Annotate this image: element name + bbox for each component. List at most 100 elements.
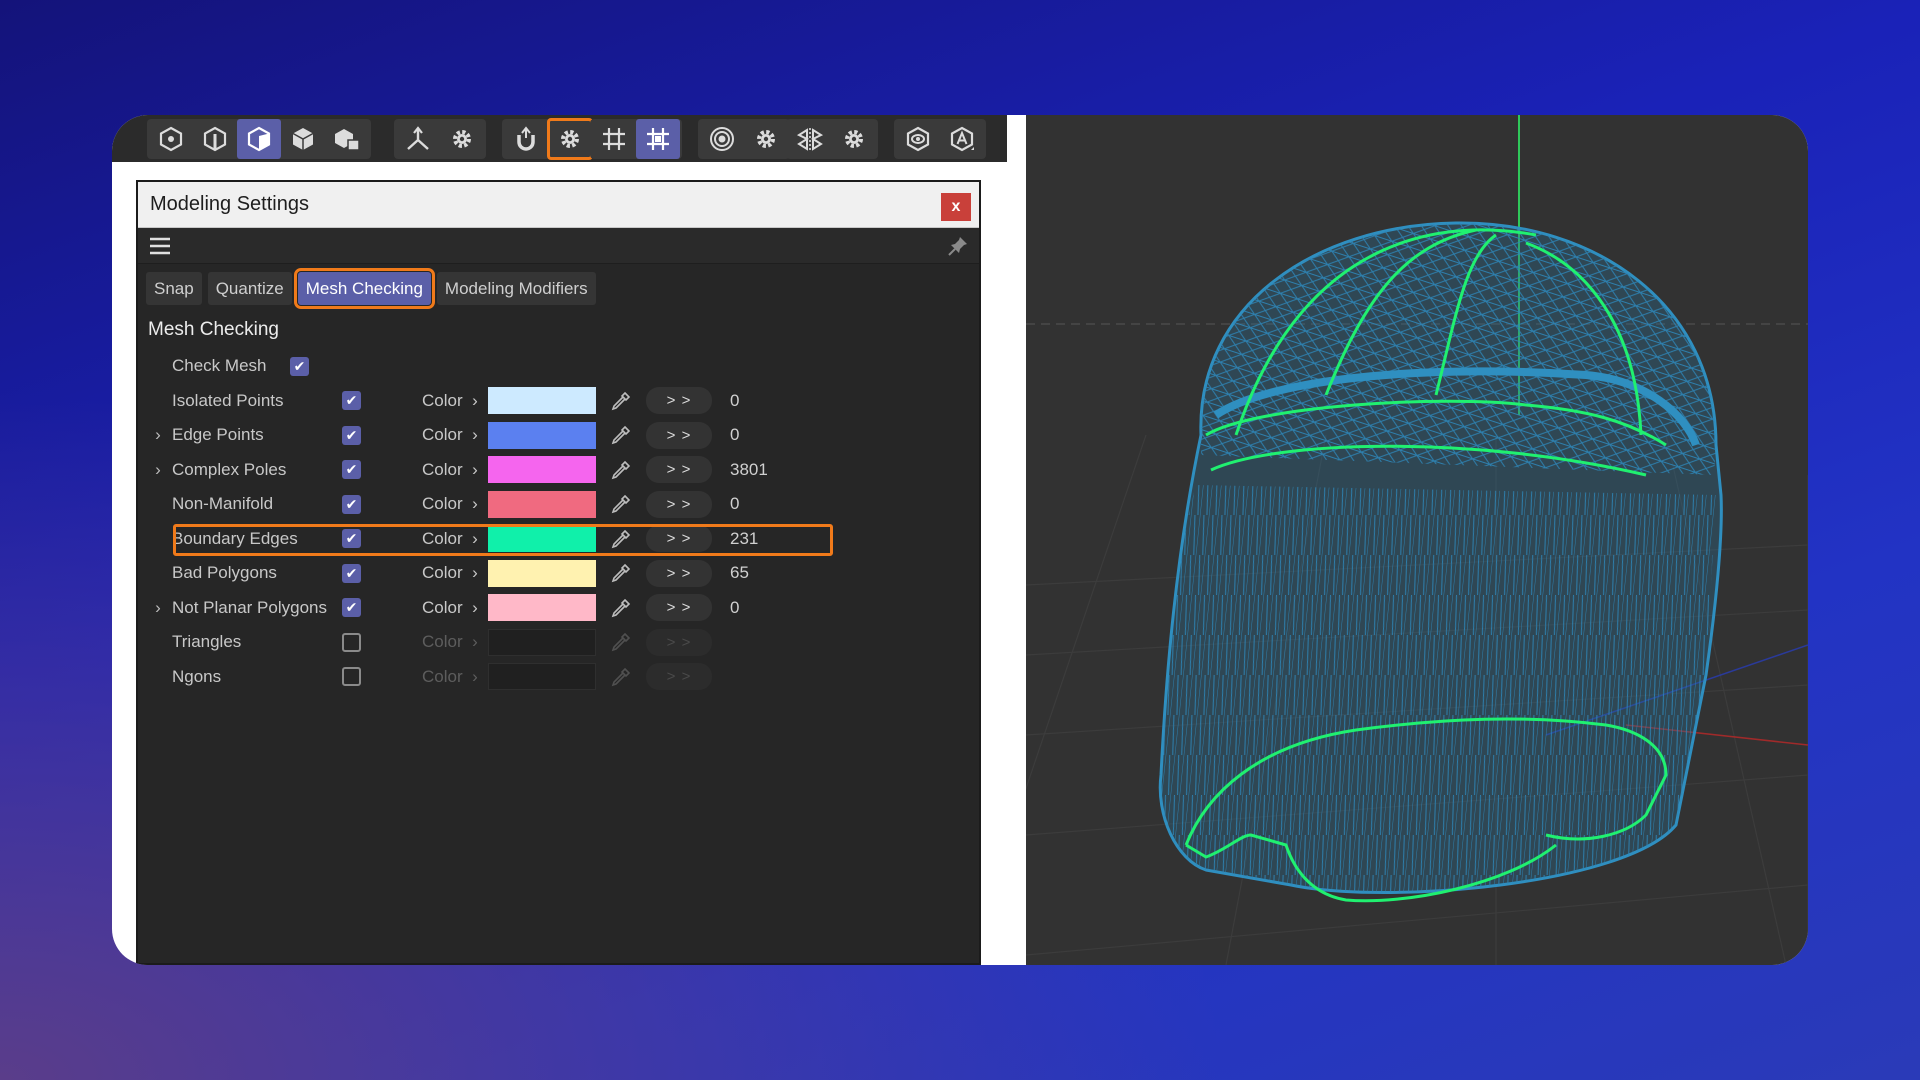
eyedropper-icon[interactable] [596,494,646,514]
check-row-count: 65 [730,563,749,583]
hamburger-menu-icon[interactable] [148,236,172,256]
modeling-settings-panel: Modeling Settings x Snap Quantize Mesh C… [136,180,981,965]
color-swatch[interactable] [488,456,596,484]
eyedropper-icon[interactable] [596,460,646,480]
select-elements-button[interactable]: > > [646,628,712,656]
modeling-toolbar [112,115,1007,162]
eyedropper-icon[interactable] [596,529,646,549]
workplane-icon[interactable] [940,119,984,159]
check-row-label: Edge Points [172,425,264,445]
mode-group [147,119,371,159]
chevron-right-icon[interactable]: › [466,529,484,549]
target-group [698,119,790,159]
helmet-mesh [1158,221,1723,894]
check-row-label: Triangles [172,632,242,652]
eyedropper-icon[interactable] [596,632,646,652]
check-row-triangles: Triangles Color › > > [138,625,979,660]
expand-chevron-icon[interactable]: › [138,425,172,445]
select-elements-button[interactable]: > > [646,456,712,484]
color-swatch[interactable] [488,525,596,553]
chevron-right-icon[interactable]: › [466,667,484,687]
select-elements-button[interactable]: > > [646,525,712,553]
tab-mesh-checking[interactable]: Mesh Checking [293,268,435,309]
check-row-checkbox[interactable]: ✔ [342,598,361,618]
color-swatch[interactable] [488,594,596,622]
check-row-label: Non-Manifold [172,494,274,514]
panel-menubar [138,228,979,264]
expand-chevron-icon[interactable]: › [138,460,172,480]
tab-quantize[interactable]: Quantize [207,272,292,305]
gear-icon[interactable] [744,119,788,159]
chevron-right-icon[interactable]: › [466,563,484,583]
3d-viewport[interactable] [1026,115,1808,965]
eyedropper-icon[interactable] [596,425,646,445]
check-row-label: Not Planar Polygons [172,597,327,617]
eyedropper-icon[interactable] [596,391,646,411]
check-row-checkbox[interactable]: ✔ [342,391,361,411]
select-elements-button[interactable]: > > [646,559,712,587]
select-elements-button[interactable]: > > [646,421,712,449]
check-row-label: Complex Poles [172,459,287,479]
pin-icon[interactable] [947,235,969,257]
eyedropper-icon[interactable] [596,667,646,687]
model-mode-icon[interactable] [281,119,325,159]
select-elements-button[interactable]: > > [646,490,712,518]
close-button[interactable]: x [941,193,971,221]
color-label: Color [422,494,463,514]
check-row-checkbox[interactable] [342,632,361,652]
gear-icon[interactable] [832,119,876,159]
gear-icon[interactable] [440,119,484,159]
color-swatch[interactable] [488,421,596,449]
eyedropper-icon[interactable] [596,563,646,583]
check-row-checkbox[interactable]: ✔ [342,563,361,583]
quantize-icon[interactable] [636,119,680,159]
chevron-right-icon[interactable]: › [466,460,484,480]
object-mode-icon[interactable] [325,119,369,159]
grid-group [590,119,682,159]
polygon-mode-icon[interactable] [237,119,281,159]
check-row-edge-points: › Edge Points ✔ Color › > >0 [138,418,979,453]
symmetry-icon[interactable] [788,119,832,159]
check-row-checkbox[interactable] [342,667,361,687]
color-label: Color [422,528,463,548]
solo-icon[interactable] [896,119,940,159]
tab-snap[interactable]: Snap [146,272,202,305]
chevron-right-icon[interactable]: › [466,425,484,445]
color-label: Color [422,666,463,686]
point-mode-icon[interactable] [149,119,193,159]
color-swatch[interactable] [488,663,596,691]
check-row-boundary-edges: Boundary Edges ✔ Color › > > 231 [138,522,979,557]
grid-snap-icon[interactable] [592,119,636,159]
magnet-snap-icon[interactable] [504,119,548,159]
select-elements-button[interactable]: > > [646,663,712,691]
check-row-count: 0 [730,597,740,617]
check-mesh-label: Check Mesh [172,356,267,376]
check-row-checkbox[interactable]: ✔ [342,460,361,480]
target-icon[interactable] [700,119,744,159]
check-row-checkbox[interactable]: ✔ [342,494,361,514]
check-row-complex-poles: › Complex Poles ✔ Color › > >3801 [138,453,979,488]
check-row-checkbox[interactable]: ✔ [342,425,361,445]
color-label: Color [422,597,463,617]
axis-icon[interactable] [396,119,440,159]
chevron-right-icon[interactable]: › [466,391,484,411]
edge-mode-icon[interactable] [193,119,237,159]
check-mesh-row: Check Mesh ✔ [138,349,979,384]
color-swatch[interactable] [488,628,596,656]
check-mesh-checkbox[interactable]: ✔ [290,356,309,376]
select-elements-button[interactable]: > > [646,594,712,622]
color-swatch[interactable] [488,387,596,415]
gear-icon[interactable] [547,118,593,160]
color-swatch[interactable] [488,490,596,518]
color-swatch[interactable] [488,559,596,587]
check-rows: Isolated Points ✔ Color › > >0 › Edge Points ✔ C… [138,384,979,695]
select-elements-button[interactable]: > > [646,387,712,415]
chevron-right-icon[interactable]: › [466,494,484,514]
expand-chevron-icon[interactable]: › [138,598,172,618]
check-row-non-manifold: Non-Manifold ✔ Color › > > 0 [138,487,979,522]
tab-modeling-modifiers[interactable]: Modeling Modifiers [436,272,596,305]
eyedropper-icon[interactable] [596,598,646,618]
check-row-checkbox[interactable]: ✔ [342,529,361,549]
chevron-right-icon[interactable]: › [466,598,484,618]
chevron-right-icon[interactable]: › [466,632,484,652]
